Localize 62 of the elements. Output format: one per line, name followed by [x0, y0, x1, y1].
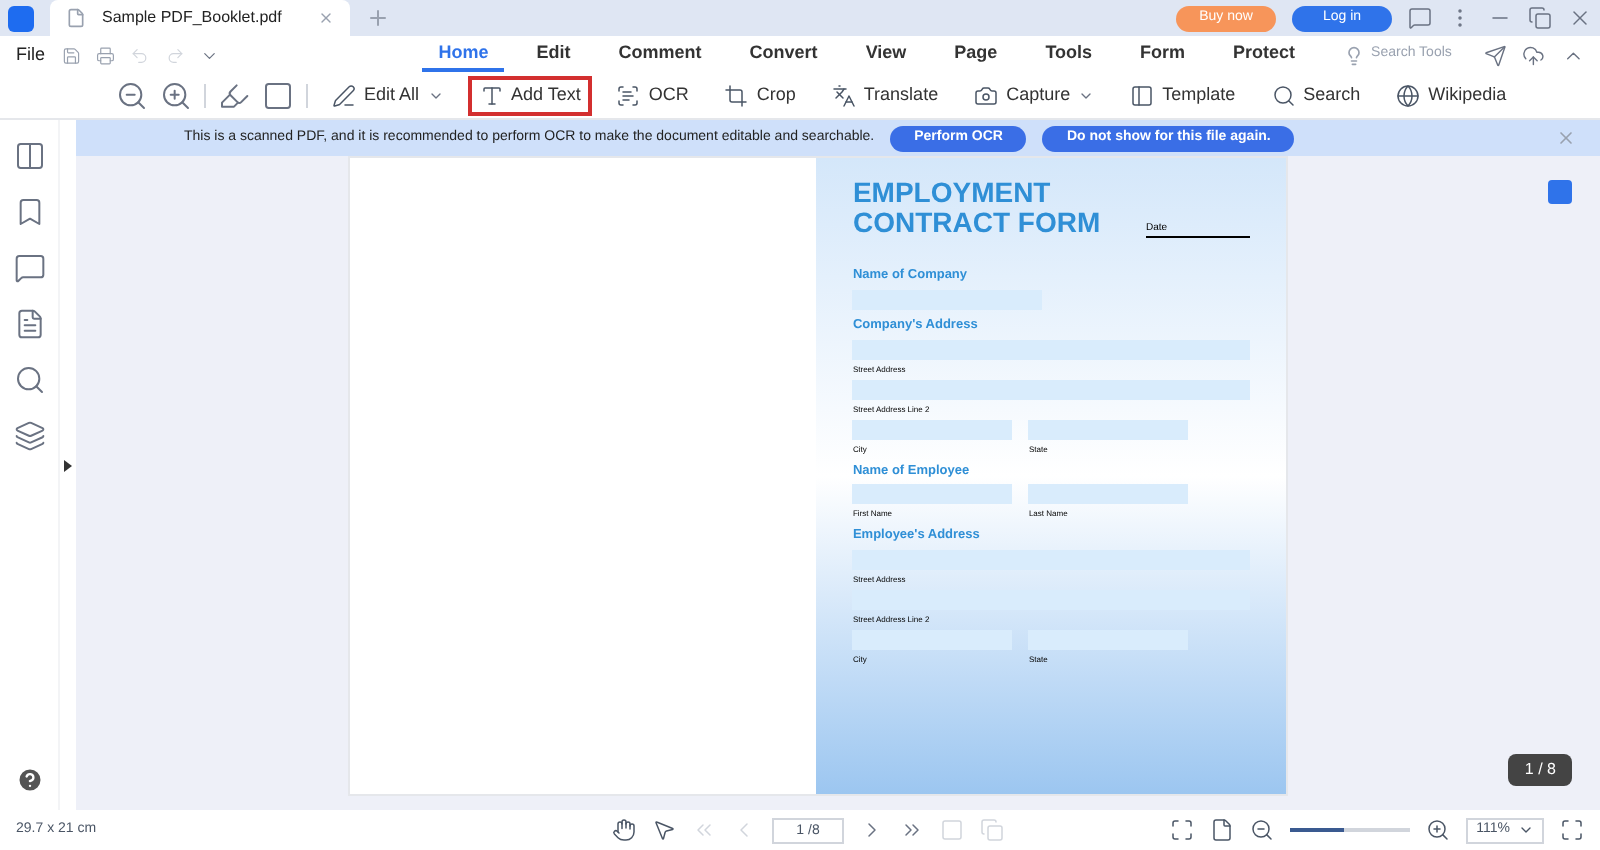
tab-title: Sample PDF_Booklet.pdf	[102, 6, 284, 30]
print-icon[interactable]	[96, 45, 115, 65]
fullscreen-icon[interactable]	[1560, 818, 1584, 842]
file-icon	[66, 8, 86, 28]
toolbar-button[interactable]: Search	[1259, 76, 1373, 116]
search-icon[interactable]	[13, 364, 45, 396]
pen-icon	[332, 84, 356, 108]
toolbar-button[interactable]: Crop	[712, 76, 808, 116]
highlighter-icon[interactable]	[218, 80, 250, 112]
menu-tab[interactable]: Convert	[733, 39, 834, 71]
fit-page-icon[interactable]	[1170, 818, 1195, 842]
toolbar-button[interactable]: Wikipedia	[1384, 76, 1519, 116]
caret-icon	[1518, 822, 1534, 838]
cloud-upload-icon[interactable]	[1522, 43, 1546, 67]
page-indicator: 1 / 8	[1508, 754, 1572, 786]
menu-tab[interactable]: Edit	[520, 39, 587, 71]
toolbar-button[interactable]: Capture	[962, 76, 1107, 116]
zoom-in-icon[interactable]	[1426, 818, 1451, 842]
menu-tab[interactable]: Form	[1124, 39, 1202, 71]
text-box-icon	[479, 84, 504, 108]
page-mode-icon[interactable]	[1210, 818, 1235, 842]
layers-icon[interactable]	[13, 420, 45, 452]
help-icon[interactable]	[15, 766, 43, 794]
menu-tab[interactable]: Page	[938, 39, 1014, 71]
menu-tab[interactable]: Comment	[602, 39, 718, 71]
toolbar-button[interactable]: Translate	[819, 76, 951, 116]
crop-icon	[724, 84, 749, 108]
menu-tab[interactable]: Home	[422, 39, 505, 71]
feedback-icon[interactable]	[1408, 6, 1432, 30]
toolbar-button[interactable]: Template	[1118, 76, 1248, 116]
form-title: EMPLOYMENT CONTRACT FORM	[852, 178, 1101, 238]
close-icon[interactable]	[1568, 6, 1592, 30]
share-icon[interactable]	[1483, 43, 1507, 67]
scan-text-icon	[616, 84, 641, 108]
menu-tab[interactable]: Tools	[1029, 39, 1109, 71]
document-tab[interactable]: Sample PDF_Booklet.pdf	[50, 0, 350, 36]
pointer-icon[interactable]	[652, 818, 676, 842]
hand-icon[interactable]	[612, 818, 636, 842]
restore-icon[interactable]	[1528, 6, 1552, 30]
lightbulb-icon	[1343, 45, 1364, 65]
globe-icon	[1396, 84, 1421, 108]
last-page-icon[interactable]	[900, 818, 924, 842]
template-icon	[1130, 84, 1155, 108]
zoom-out-icon[interactable]	[116, 80, 148, 112]
menu-tab[interactable]: Protect	[1217, 39, 1312, 71]
zoom-in-icon[interactable]	[160, 80, 192, 112]
thumbnails-icon[interactable]	[13, 140, 45, 172]
zoom-out-icon[interactable]	[1250, 818, 1275, 842]
close-tab-icon[interactable]	[318, 10, 334, 26]
save-icon[interactable]	[61, 45, 80, 65]
menu-tab[interactable]: View	[849, 39, 923, 71]
comment-icon[interactable]	[13, 252, 45, 284]
camera-icon	[974, 84, 999, 108]
toolbar-button[interactable]: Edit All	[320, 76, 456, 116]
toolbar-button[interactable]: Add Text	[467, 76, 593, 116]
translate-icon	[831, 84, 856, 108]
attachment-icon[interactable]	[13, 308, 45, 340]
rectangle-icon[interactable]	[262, 80, 294, 112]
app-logo-icon	[8, 5, 34, 31]
toolbar-button[interactable]: OCR	[604, 76, 701, 116]
search-icon	[1271, 84, 1296, 108]
file-menu[interactable]: File	[16, 41, 46, 69]
